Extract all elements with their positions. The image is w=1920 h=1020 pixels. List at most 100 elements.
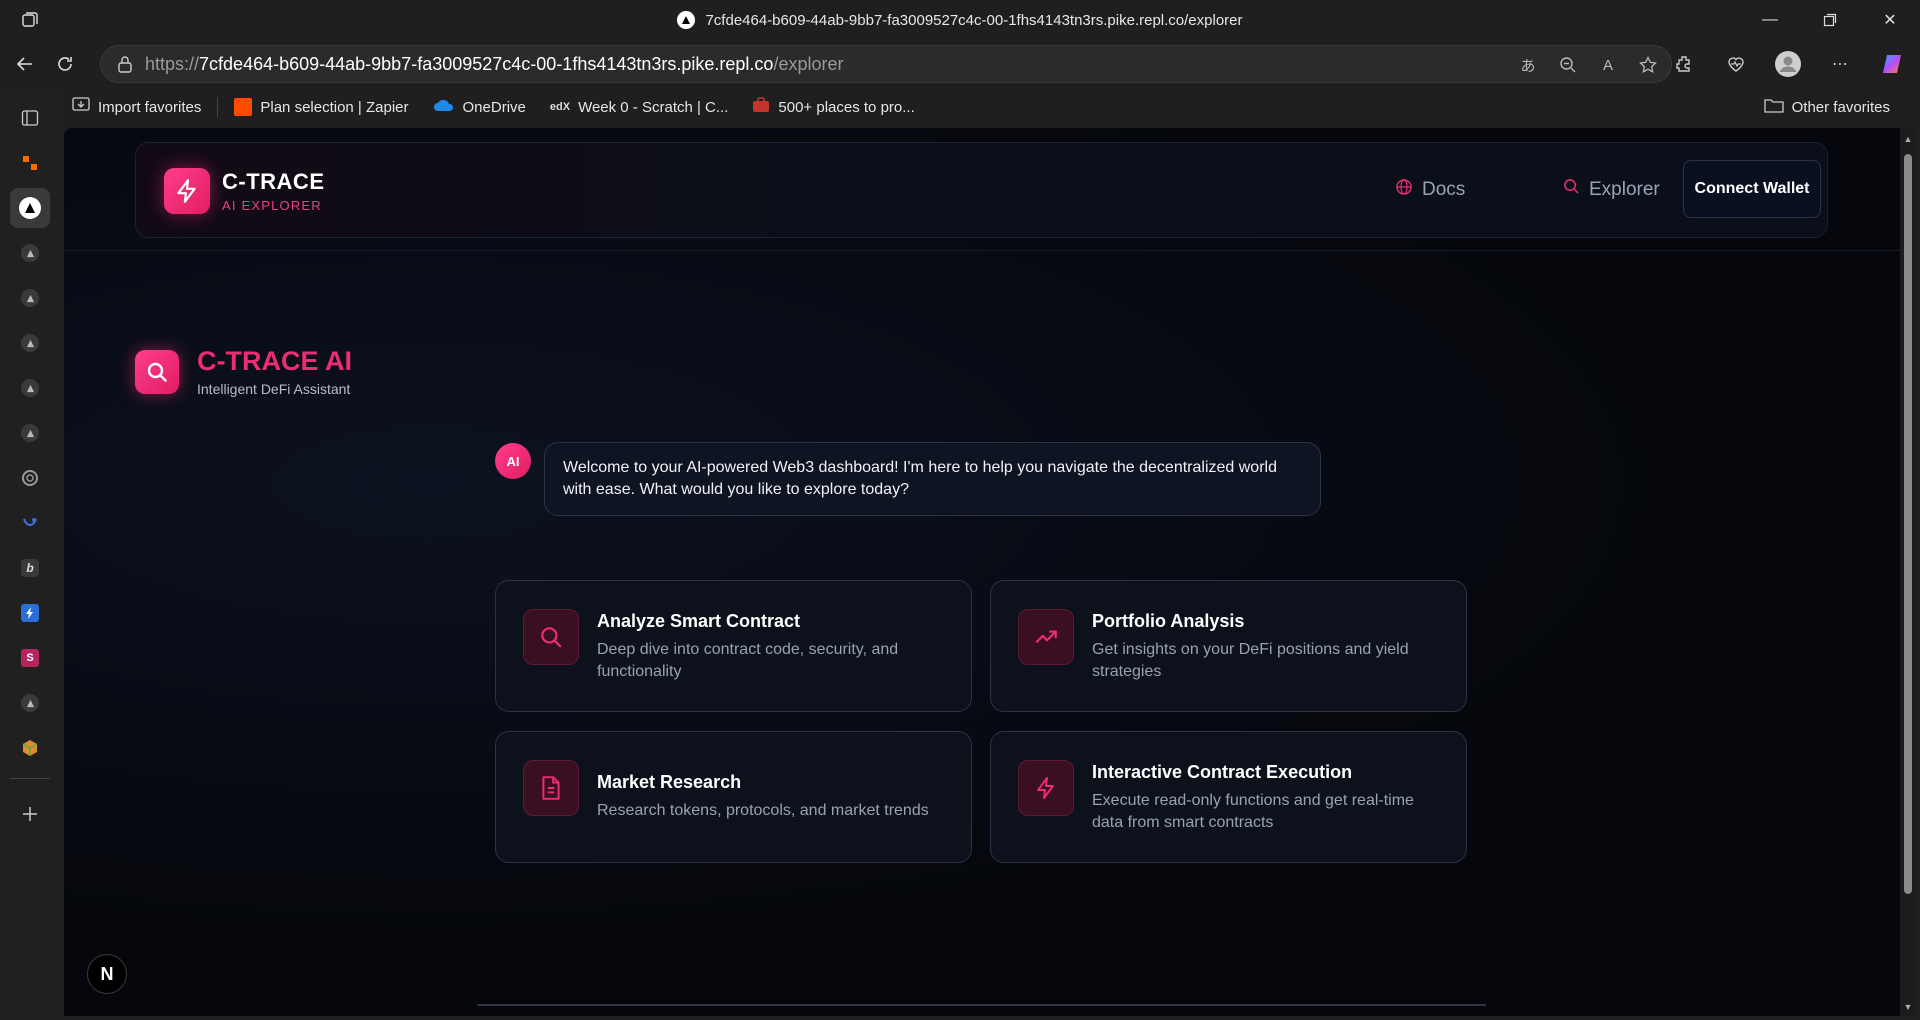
favorite-star-icon[interactable] bbox=[1637, 54, 1659, 76]
sidebar-divider bbox=[10, 778, 50, 779]
card-title: Analyze Smart Contract bbox=[597, 611, 801, 631]
refresh-button[interactable] bbox=[45, 44, 85, 84]
ai-avatar: AI bbox=[495, 443, 531, 479]
folder-icon bbox=[1763, 97, 1784, 117]
nav-docs-label: Docs bbox=[1422, 179, 1466, 200]
card-description: Research tokens, protocols, and market t… bbox=[597, 802, 929, 819]
sidebar-zapier-icon[interactable] bbox=[10, 143, 50, 183]
card-description: Deep dive into contract code, security, … bbox=[597, 641, 899, 680]
sidebar-pink-icon[interactable]: S bbox=[10, 638, 50, 678]
scrollbar-thumb[interactable] bbox=[1904, 154, 1912, 894]
url-text[interactable]: https://7cfde464-b609-44ab-9bb7-fa300952… bbox=[145, 54, 843, 75]
search-icon bbox=[1563, 178, 1580, 201]
site-favicon-icon bbox=[677, 11, 696, 29]
window-title-text: 7cfde464-b609-44ab-9bb7-fa3009527c4c-00-… bbox=[705, 11, 1243, 29]
chat-input-edge bbox=[477, 1004, 1486, 1006]
window-titlebar: 7cfde464-b609-44ab-9bb7-fa3009527c4c-00-… bbox=[0, 0, 1920, 40]
brand-subtitle: AI EXPLORER bbox=[222, 198, 322, 213]
card-title: Interactive Contract Execution bbox=[1092, 762, 1353, 782]
favorites-bar: Import favorites Plan selection | Zapier… bbox=[60, 88, 1920, 126]
favorite-label: Week 0 - Scratch | C... bbox=[578, 98, 729, 116]
sidebar-tab-icon[interactable] bbox=[10, 233, 50, 273]
nav-docs-link[interactable]: Docs bbox=[1395, 178, 1465, 202]
sidebar-tab-icon[interactable] bbox=[10, 368, 50, 408]
lightning-icon bbox=[1018, 760, 1074, 816]
nav-explorer-link[interactable]: Explorer bbox=[1563, 178, 1660, 201]
sidebar-tab-icon[interactable] bbox=[10, 278, 50, 318]
read-aloud-icon[interactable]: A bbox=[1597, 54, 1619, 76]
favorite-zapier[interactable]: Plan selection | Zapier bbox=[222, 92, 420, 122]
browser-sidebar: b S bbox=[0, 88, 60, 1020]
favorite-places[interactable]: 500+ places to pro... bbox=[740, 92, 926, 122]
ai-search-icon bbox=[135, 350, 179, 394]
card-description: Execute read-only functions and get real… bbox=[1092, 792, 1414, 831]
edx-icon: edX bbox=[549, 101, 571, 113]
sidebar-spiral-icon[interactable] bbox=[10, 458, 50, 498]
favorite-onedrive[interactable]: OneDrive bbox=[421, 92, 538, 122]
url-scheme: https:// bbox=[145, 53, 200, 74]
window-title: 7cfde464-b609-44ab-9bb7-fa3009527c4c-00-… bbox=[0, 11, 1920, 29]
card-title: Market Research bbox=[597, 772, 742, 792]
favorite-label: OneDrive bbox=[462, 98, 526, 116]
brand-logo-icon[interactable] bbox=[164, 168, 210, 214]
welcome-message-bubble: Welcome to your AI-powered Web3 dashboar… bbox=[544, 442, 1321, 516]
briefcase-icon bbox=[752, 97, 770, 117]
favorite-label: Import favorites bbox=[98, 98, 202, 116]
page-scrollbar[interactable]: ▲ ▼ bbox=[1900, 128, 1916, 1016]
card-market-research[interactable]: Market Research Research tokens, protoco… bbox=[495, 731, 972, 863]
scroll-down-arrow-icon[interactable]: ▼ bbox=[1903, 1002, 1913, 1012]
favorite-edx[interactable]: edX Week 0 - Scratch | C... bbox=[538, 92, 741, 122]
scroll-up-arrow-icon[interactable]: ▲ bbox=[1903, 134, 1913, 144]
header-divider bbox=[64, 250, 1900, 251]
sidebar-cube-icon[interactable] bbox=[10, 728, 50, 768]
nav-explorer-label: Explorer bbox=[1589, 178, 1660, 200]
search-icon bbox=[523, 609, 579, 665]
close-window-button[interactable]: ✕ bbox=[1860, 0, 1920, 40]
favorite-label: Other favorites bbox=[1791, 98, 1890, 116]
favorite-label: Plan selection | Zapier bbox=[260, 98, 409, 116]
profile-avatar[interactable] bbox=[1768, 44, 1808, 84]
card-interactive-contract-execution[interactable]: Interactive Contract Execution Execute r… bbox=[990, 731, 1467, 863]
ai-assistant-title: C-TRACE AI bbox=[197, 346, 352, 376]
url-path: /explorer bbox=[773, 53, 844, 74]
minimize-button[interactable]: — bbox=[1740, 0, 1800, 40]
sidebar-bolt-icon[interactable] bbox=[10, 593, 50, 633]
ai-assistant-subtitle: Intelligent DeFi Assistant bbox=[197, 381, 351, 397]
browser-toolbar: https://7cfde464-b609-44ab-9bb7-fa300952… bbox=[0, 40, 1920, 88]
onedrive-icon bbox=[433, 98, 455, 116]
zoom-out-icon[interactable] bbox=[1557, 54, 1579, 76]
connect-wallet-button[interactable]: Connect Wallet bbox=[1683, 160, 1821, 218]
card-portfolio-analysis[interactable]: Portfolio Analysis Get insights on your … bbox=[990, 580, 1467, 712]
card-analyze-smart-contract[interactable]: Analyze Smart Contract Deep dive into co… bbox=[495, 580, 972, 712]
page-viewport: C-TRACE AI EXPLORER Docs Explorer Connec… bbox=[64, 128, 1900, 1016]
extensions-icon[interactable] bbox=[1664, 44, 1704, 84]
sidebar-active-tab-icon[interactable] bbox=[10, 188, 50, 228]
sidebar-b-icon[interactable]: b bbox=[10, 548, 50, 588]
favorite-label: 500+ places to pro... bbox=[778, 98, 915, 116]
browser-essentials-icon[interactable] bbox=[1716, 44, 1756, 84]
document-icon bbox=[523, 760, 579, 816]
restore-button[interactable] bbox=[1800, 0, 1860, 40]
favorite-import[interactable]: Import favorites bbox=[60, 92, 213, 122]
card-title: Portfolio Analysis bbox=[1092, 611, 1245, 631]
back-button[interactable] bbox=[5, 44, 45, 84]
sidebar-tab-icon[interactable] bbox=[10, 323, 50, 363]
translate-icon[interactable]: あ bbox=[1517, 54, 1539, 76]
trending-up-icon bbox=[1018, 609, 1074, 665]
copilot-icon[interactable] bbox=[1872, 44, 1912, 84]
app-header: C-TRACE AI EXPLORER Docs Explorer Connec… bbox=[135, 142, 1828, 238]
sidebar-tab-icon[interactable] bbox=[10, 683, 50, 723]
zapier-icon bbox=[234, 98, 253, 116]
favorites-divider bbox=[217, 97, 219, 117]
globe-icon bbox=[1395, 178, 1413, 202]
sidebar-tabs-icon[interactable] bbox=[10, 98, 50, 138]
brand-name[interactable]: C-TRACE bbox=[222, 169, 325, 195]
address-bar[interactable]: https://7cfde464-b609-44ab-9bb7-fa300952… bbox=[100, 45, 1672, 83]
nextjs-devtools-button[interactable]: N bbox=[87, 954, 127, 994]
favorite-other-folder[interactable]: Other favorites bbox=[1752, 92, 1902, 122]
add-sidebar-app-button[interactable] bbox=[10, 794, 50, 834]
sidebar-app-icon[interactable] bbox=[10, 503, 50, 543]
sidebar-tab-icon[interactable] bbox=[10, 413, 50, 453]
more-options-icon[interactable]: ⋯ bbox=[1820, 44, 1860, 84]
lock-icon[interactable] bbox=[115, 55, 135, 73]
